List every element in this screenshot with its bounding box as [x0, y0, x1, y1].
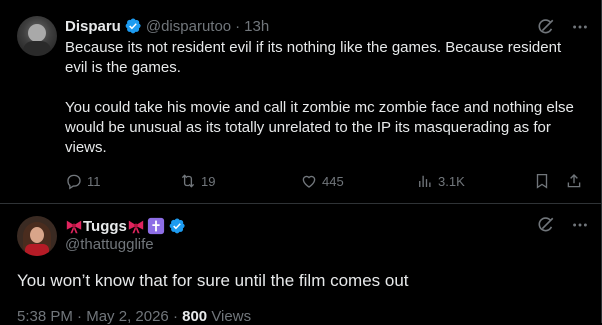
- share-button[interactable]: [565, 170, 583, 192]
- avatar-face: [30, 227, 44, 243]
- repost-count: 19: [201, 173, 216, 189]
- tweet-top-icons: [536, 215, 590, 235]
- tweet-disparu[interactable]: Disparu @disparutoo · 13h Because its no…: [0, 0, 601, 203]
- separator: ·: [172, 308, 178, 325]
- grok-icon[interactable]: [536, 215, 556, 235]
- bookmark-button[interactable]: [533, 170, 551, 192]
- author-handle[interactable]: @disparutoo: [146, 18, 231, 35]
- tweet-top-icons: [536, 17, 590, 37]
- avatar-body: [23, 41, 51, 56]
- verified-badge-icon: [124, 17, 142, 35]
- views-button[interactable]: 3.1K: [416, 170, 465, 192]
- cross-icon: [147, 217, 165, 235]
- bow-icon: [127, 217, 145, 235]
- tweet-tuggs: Tuggs @thattugglife You won’t know that …: [0, 204, 601, 325]
- like-button[interactable]: 445: [300, 170, 344, 192]
- more-icon[interactable]: [570, 17, 590, 37]
- views-icon: [419, 175, 431, 187]
- tweet-time[interactable]: 5:38 PM: [17, 308, 73, 325]
- action-bar: 11 19 445 3.1K: [65, 170, 585, 192]
- separator: ·: [77, 308, 83, 325]
- share-icon: [567, 174, 581, 188]
- author-handle[interactable]: @thattugglife: [65, 236, 154, 253]
- grok-icon[interactable]: [536, 17, 556, 37]
- tweet-date[interactable]: May 2, 2026: [86, 308, 169, 325]
- tweet-header: Disparu @disparutoo · 13h: [65, 16, 269, 36]
- repost-icon: [181, 174, 195, 188]
- tweet-header: Tuggs: [65, 216, 190, 236]
- repost-button[interactable]: 19: [179, 170, 215, 192]
- like-count: 445: [322, 173, 344, 189]
- tweet-text: Because its not resident evil if its not…: [65, 38, 585, 158]
- tweet-text: You won’t know that for sure until the f…: [17, 271, 409, 290]
- tweet-paragraph-2: You could take his movie and call it zom…: [65, 99, 574, 156]
- more-icon[interactable]: [570, 215, 590, 235]
- avatar[interactable]: [17, 216, 57, 256]
- reply-count: 11: [87, 173, 101, 189]
- like-icon: [302, 175, 316, 188]
- reply-icon: [67, 174, 81, 190]
- tweet-meta: 5:38 PM · May 2, 2026 · 800 Views: [17, 308, 251, 325]
- timestamp[interactable]: 13h: [244, 18, 269, 35]
- avatar-head: [28, 24, 46, 42]
- verified-badge-icon: [168, 217, 186, 235]
- views-label: Views: [211, 308, 252, 325]
- avatar-outfit: [25, 244, 49, 256]
- bookmark-icon: [536, 173, 548, 189]
- views-count: 800: [182, 308, 208, 325]
- reply-button[interactable]: 11: [65, 170, 101, 192]
- avatar[interactable]: [17, 16, 57, 56]
- author-name[interactable]: Disparu: [65, 18, 121, 35]
- views-count: 3.1K: [438, 173, 465, 189]
- author-name[interactable]: Tuggs: [83, 218, 127, 235]
- tweet-paragraph-1: Because its not resident evil if its not…: [65, 39, 562, 76]
- bow-icon: [65, 217, 83, 235]
- separator: ·: [235, 17, 241, 35]
